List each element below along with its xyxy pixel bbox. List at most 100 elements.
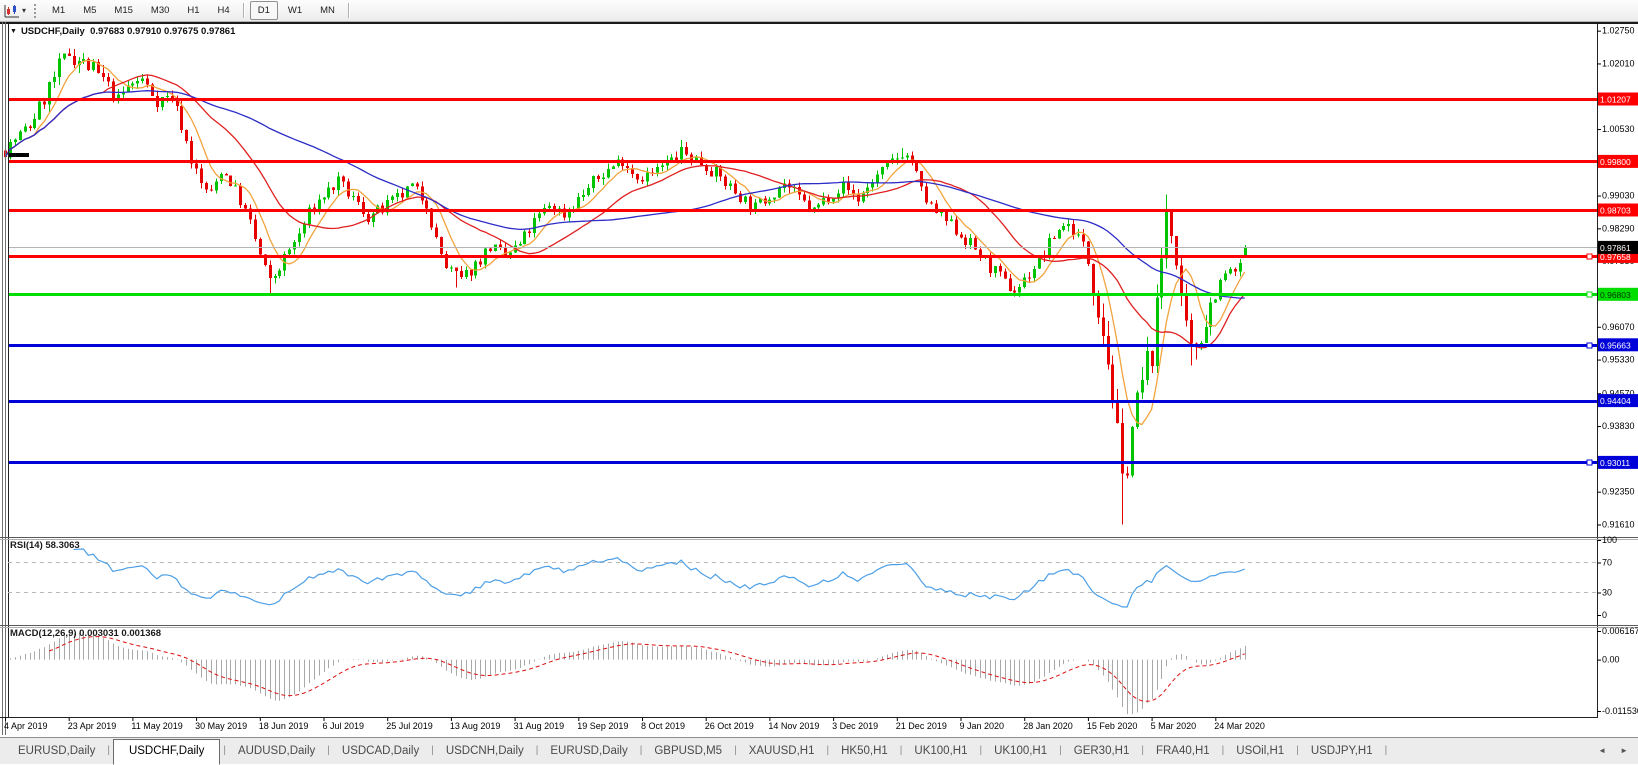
chart-tabs-bar: EURUSD,Daily|USDCHF,Daily|AUDUSD,Daily|U… (0, 737, 1638, 764)
rsi-tick-label: 100 (1602, 535, 1617, 545)
price-tick-label: 0.96070 (1602, 322, 1635, 332)
svg-text:0.98703: 0.98703 (1600, 206, 1631, 216)
date-label: 26 Oct 2019 (705, 721, 754, 731)
toolbar-grip[interactable] (34, 4, 36, 18)
date-label: 9 Jan 2020 (960, 721, 1005, 731)
timeframe-button-M15[interactable]: M15 (106, 1, 140, 20)
date-label: 15 Feb 2020 (1087, 721, 1138, 731)
date-label: 6 Jul 2019 (323, 721, 365, 731)
tab-FRA40-H1[interactable]: FRA40,H1 (1144, 740, 1222, 764)
tab-UK100-H1[interactable]: UK100,H1 (902, 740, 979, 764)
chart-type-icon[interactable] (3, 3, 21, 19)
tab-USDCHF-Daily[interactable]: USDCHF,Daily (113, 739, 220, 765)
svg-text:0.97861: 0.97861 (1600, 243, 1631, 253)
rsi-tick-label: 70 (1602, 558, 1612, 568)
top-toolbar: ▾ M1M5M15M30H1H4 D1W1MN (0, 0, 1638, 22)
svg-text:0.93011: 0.93011 (1600, 458, 1630, 468)
macd-tick-label: 0.006167 (1602, 626, 1638, 636)
date-label: 5 Mar 2020 (1151, 721, 1197, 731)
tab-EURUSD-Daily[interactable]: EURUSD,Daily (538, 740, 639, 764)
tab-EURUSD-Daily[interactable]: EURUSD,Daily (6, 740, 107, 764)
timeframe-button-M30[interactable]: M30 (143, 1, 177, 20)
chart-background (0, 22, 1638, 735)
tab-USDCAD-Daily[interactable]: USDCAD,Daily (330, 740, 431, 764)
tab-scroll-arrows: ◄ ► (1598, 746, 1628, 755)
macd-indicator-label: MACD(12,26,9) 0.003031 0.001368 (10, 628, 161, 639)
svg-text:0.95663: 0.95663 (1600, 340, 1631, 350)
rsi-tick-label: 30 (1602, 588, 1612, 598)
date-label: 3 Dec 2019 (832, 721, 878, 731)
tab-separator: | (107, 745, 110, 764)
price-tick-label: 1.02010 (1602, 59, 1635, 69)
date-label: 28 Jan 2020 (1023, 721, 1073, 731)
level-price-tag-1.01207: 1.01207 (1598, 93, 1638, 106)
tab-scroll-left-icon[interactable]: ◄ (1598, 746, 1606, 755)
tab-scroll-right-icon[interactable]: ► (1620, 746, 1628, 755)
tab-UK100-H1[interactable]: UK100,H1 (982, 740, 1059, 764)
chart-dropdown-icon[interactable]: ▼ (10, 28, 17, 35)
timeframe-button-H1[interactable]: H1 (179, 1, 207, 20)
level-price-tag-0.94404: 0.94404 (1598, 394, 1638, 407)
macd-tick-label: -0.011530 (1602, 706, 1638, 716)
chart-canvas[interactable]: 1.027501.020101.005300.990300.982900.975… (0, 0, 1638, 764)
date-label: 8 Oct 2019 (641, 721, 685, 731)
date-label: 30 May 2019 (195, 721, 247, 731)
price-tick-label: 0.98290 (1602, 223, 1635, 233)
level-handle[interactable] (1587, 343, 1592, 348)
level-price-tag-0.93011: 0.93011 (1598, 456, 1638, 469)
timeframe-button-W1[interactable]: W1 (280, 1, 310, 20)
timeframe-button-M1[interactable]: M1 (44, 1, 73, 20)
level-price-tag-0.95663: 0.95663 (1598, 338, 1638, 351)
level-price-tag-0.99800: 0.99800 (1598, 155, 1638, 168)
tab-AUDUSD-Daily[interactable]: AUDUSD,Daily (226, 740, 327, 764)
tab-USOil-H1[interactable]: USOil,H1 (1224, 740, 1296, 764)
tab-separator: | (1385, 745, 1388, 764)
timeframe-button-H4[interactable]: H4 (210, 1, 238, 20)
timeframe-button-M5[interactable]: M5 (75, 1, 104, 20)
svg-text:0.96803: 0.96803 (1600, 290, 1631, 300)
date-label: 18 Jun 2019 (259, 721, 309, 731)
date-label: 21 Dec 2019 (896, 721, 947, 731)
date-label: 11 May 2019 (131, 721, 182, 731)
current-price-tag: 0.97861 (1598, 241, 1638, 254)
price-tick-label: 0.92350 (1602, 487, 1635, 497)
price-tick-label: 1.00530 (1602, 124, 1635, 134)
rsi-tick-label: 0 (1602, 610, 1607, 620)
level-price-tag-0.96803: 0.96803 (1598, 288, 1638, 301)
tab-USDJPY-H1[interactable]: USDJPY,H1 (1299, 740, 1385, 764)
date-label: 23 Apr 2019 (68, 721, 117, 731)
price-tick-label: 0.99030 (1602, 191, 1635, 201)
date-label: 25 Jul 2019 (386, 721, 433, 731)
tab-GER30-H1[interactable]: GER30,H1 (1062, 740, 1142, 764)
svg-text:0.99800: 0.99800 (1600, 157, 1631, 167)
tab-HK50-H1[interactable]: HK50,H1 (829, 740, 900, 764)
level-handle[interactable] (1587, 460, 1592, 465)
timeframe-button-MN[interactable]: MN (312, 1, 343, 20)
date-label: 31 Aug 2019 (514, 721, 565, 731)
price-tick-label: 0.95330 (1602, 355, 1635, 365)
svg-text:1.01207: 1.01207 (1600, 95, 1631, 105)
timeframe-buttons: M1M5M15M30H1H4 D1W1MN (43, 1, 354, 20)
date-label: 19 Sep 2019 (577, 721, 628, 731)
tab-GBPUSD-M5[interactable]: GBPUSD,M5 (642, 740, 734, 764)
price-tick-label: 0.91610 (1602, 520, 1635, 530)
macd-tick-label: 0.00 (1602, 655, 1620, 665)
date-label: 4 Apr 2019 (4, 721, 48, 731)
tab-XAUUSD-H1[interactable]: XAUUSD,H1 (737, 740, 827, 764)
level-handle[interactable] (1587, 292, 1592, 297)
svg-text:0.94404: 0.94404 (1600, 396, 1631, 406)
rsi-indicator-label: RSI(14) 58.3063 (10, 540, 80, 551)
chart-tabs: EURUSD,Daily|USDCHF,Daily|AUDUSD,Daily|U… (6, 738, 1387, 764)
date-label: 24 Mar 2020 (1214, 721, 1265, 731)
price-tick-label: 1.02750 (1602, 26, 1635, 36)
chart-type-dropdown-caret[interactable]: ▾ (22, 6, 26, 15)
price-tick-label: 0.93830 (1602, 421, 1635, 431)
level-handle[interactable] (1587, 254, 1592, 259)
date-label: 13 Aug 2019 (450, 721, 501, 731)
timeframe-button-D1[interactable]: D1 (250, 1, 278, 20)
tab-USDCNH-Daily[interactable]: USDCNH,Daily (434, 740, 536, 764)
chart-title: ▼ USDCHF,Daily 0.97683 0.97910 0.97675 0.… (10, 26, 235, 37)
chart-symbol-label: USDCHF,Daily (21, 26, 85, 37)
chart-ohlc-values: 0.97683 0.97910 0.97675 0.97861 (90, 26, 235, 37)
level-price-tag-0.98703: 0.98703 (1598, 204, 1638, 217)
